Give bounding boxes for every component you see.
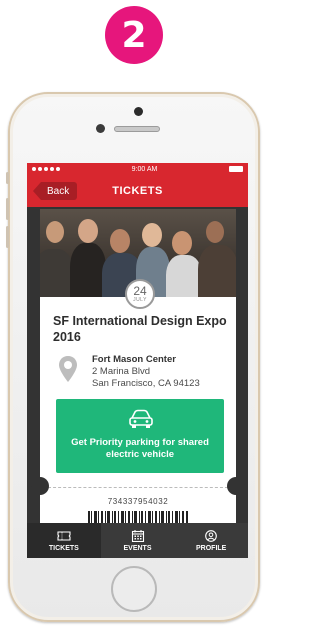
signal-icon [32, 167, 60, 171]
barcode-number: 734337954032 [107, 497, 169, 506]
phone-earpiece [114, 126, 160, 132]
step-number: 2 [121, 14, 147, 56]
status-time: 9:00 AM [131, 165, 158, 173]
location-pin-icon [59, 356, 77, 382]
venue-details: Fort Mason Center 2 Marina Blvd San Fran… [92, 354, 200, 390]
event-date-badge: 24 JULY [125, 279, 155, 309]
tab-events-label: EVENTS [123, 544, 152, 552]
front-sensor [134, 107, 143, 116]
app-screen: 9:00 AM Back TICKETS 24 JULY SF Internat… [27, 163, 248, 558]
venue-name: Fort Mason Center [92, 354, 176, 365]
priority-parking-button[interactable]: Get Priority parking for shared electric… [56, 399, 224, 473]
car-icon [129, 409, 153, 428]
battery-icon [229, 166, 243, 172]
venue-address-line1: 2 Marina Blvd [92, 366, 151, 377]
back-button[interactable]: Back [33, 182, 78, 200]
step-badge: 2 [105, 6, 163, 64]
phone-volume-up [6, 198, 9, 220]
tab-events[interactable]: EVENTS [101, 523, 175, 558]
tab-tickets-label: TICKETS [48, 544, 79, 552]
ticket-notch-right [227, 477, 245, 495]
user-icon [205, 529, 218, 542]
event-title: SF International Design Expo 2016 [53, 314, 227, 344]
phone-volume-down [6, 226, 9, 248]
event-date-day: 24 [133, 284, 147, 298]
tab-bar: TICKETS EVENTS PROFILE [27, 523, 248, 558]
priority-parking-label: Get Priority parking for shared electric… [71, 437, 209, 460]
front-camera [96, 124, 105, 133]
ticket-perforation [48, 487, 228, 488]
tab-tickets[interactable]: TICKETS [27, 523, 101, 558]
phone-side-button [6, 172, 9, 184]
ticket-notch-left [31, 477, 49, 495]
ticket-icon [57, 530, 71, 541]
page-title: TICKETS [112, 185, 163, 197]
back-button-label: Back [47, 185, 70, 197]
ticket-card: 24 JULY SF International Design Expo 201… [40, 209, 236, 529]
navigation-bar: Back TICKETS [27, 175, 248, 207]
tab-profile-label: PROFILE [196, 544, 227, 552]
calendar-icon [131, 529, 144, 542]
status-bar: 9:00 AM [27, 163, 248, 175]
venue-address-line2: San Francisco, CA 94123 [92, 378, 200, 389]
event-date-month: JULY [133, 297, 147, 303]
tab-profile[interactable]: PROFILE [174, 523, 248, 558]
home-button[interactable] [111, 566, 157, 612]
